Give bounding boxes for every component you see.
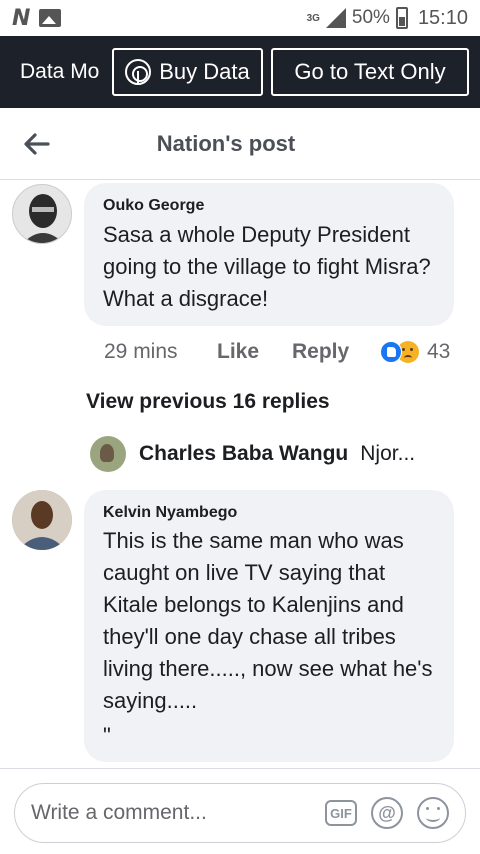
- buy-data-label: Buy Data: [159, 59, 250, 84]
- comment-author[interactable]: Ouko George: [103, 197, 436, 215]
- comment-composer: Write a comment... GIF @: [0, 768, 480, 854]
- reaction-count: 43: [427, 340, 451, 363]
- text-only-button[interactable]: Go to Text Only: [271, 48, 469, 96]
- avatar-charles-baba-wangu: [90, 436, 126, 472]
- like-button[interactable]: Like: [217, 340, 292, 364]
- clock: 15:10: [417, 6, 468, 29]
- status-right: 3G 50% 15:10: [307, 7, 468, 30]
- avatar-image: [13, 185, 71, 243]
- comment-placeholder: Write a comment...: [31, 801, 207, 824]
- view-previous-replies[interactable]: View previous 16 replies: [86, 390, 330, 414]
- comment-bubble[interactable]: Kelvin Nyambego This is the same man who…: [84, 490, 454, 762]
- broadcast-icon: [125, 59, 152, 85]
- reply-preview[interactable]: Charles Baba Wangu Njor...: [90, 436, 450, 472]
- battery-icon: [395, 7, 408, 29]
- post-header: Nation's post: [0, 108, 480, 180]
- status-bar: N 3G 50% 15:10: [0, 0, 480, 36]
- data-mode-bar: Data Mo Buy Data Go to Text Only: [0, 36, 480, 108]
- emoji-icon[interactable]: [417, 797, 449, 829]
- page-title: Nation's post: [156, 130, 296, 156]
- n-notification-icon: N: [12, 5, 30, 31]
- comment-meta: 29 mins Like Reply 43: [104, 338, 464, 366]
- comment-text: This is the same man who was caught on l…: [103, 528, 433, 713]
- battery-percent: 50%: [351, 7, 390, 28]
- avatar-image: [12, 490, 72, 550]
- data-mode-label[interactable]: Data Mo: [20, 60, 112, 84]
- mention-icon[interactable]: @: [371, 797, 403, 829]
- avatar-ouko-george[interactable]: [12, 184, 72, 244]
- comment-trailing-quote: ": [103, 723, 111, 748]
- status-left: N: [12, 5, 62, 31]
- comment-input[interactable]: Write a comment... GIF @: [14, 783, 466, 843]
- comment-time[interactable]: 29 mins: [104, 340, 217, 364]
- avatar-kelvin-nyambego[interactable]: [12, 490, 72, 550]
- comment-bubble[interactable]: Ouko George Sasa a whole Deputy Presiden…: [84, 183, 454, 326]
- comment-author[interactable]: Kelvin Nyambego: [103, 504, 436, 522]
- comment-text: Sasa a whole Deputy President going to t…: [103, 222, 431, 311]
- gif-icon[interactable]: GIF: [325, 800, 357, 826]
- signal-icon: [325, 8, 346, 28]
- reply-snippet: Njor...: [360, 442, 416, 465]
- like-reaction-icon: [380, 341, 402, 363]
- reactions[interactable]: 43: [380, 340, 450, 364]
- reply-button[interactable]: Reply: [292, 340, 372, 364]
- back-arrow-icon[interactable]: [22, 130, 50, 158]
- image-notification-icon: [39, 9, 62, 27]
- buy-data-button[interactable]: Buy Data: [112, 48, 263, 96]
- reply-author: Charles Baba Wangu: [139, 442, 349, 465]
- network-type: 3G: [306, 12, 320, 24]
